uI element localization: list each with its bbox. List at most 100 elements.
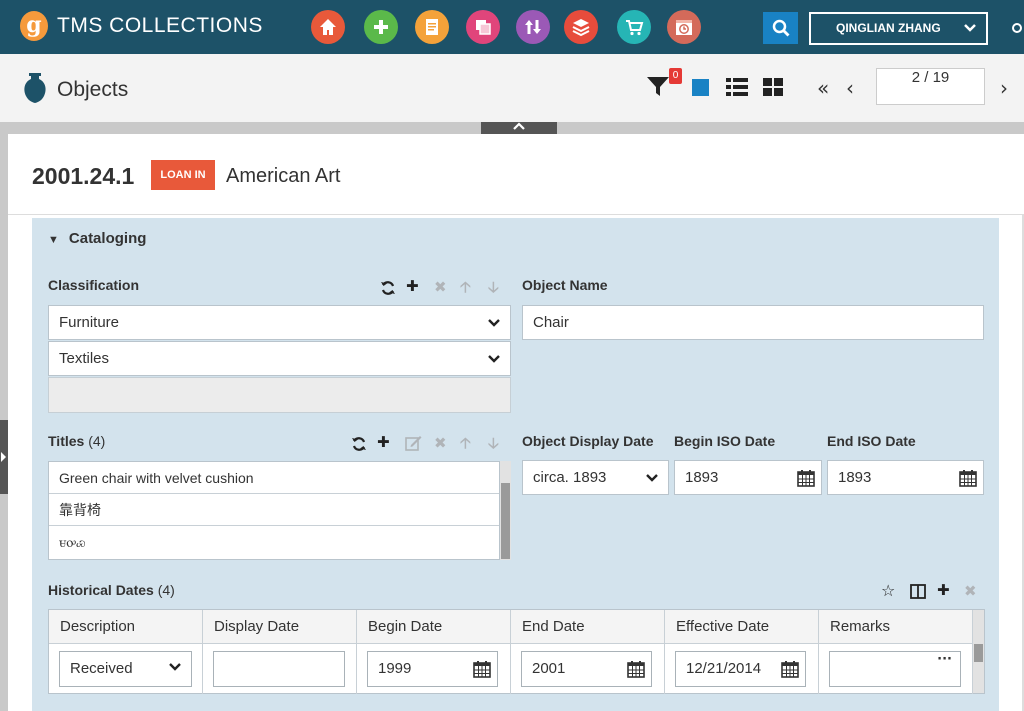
divider — [8, 214, 1024, 215]
single-view-button[interactable] — [692, 79, 709, 96]
collapse-header-button[interactable] — [481, 122, 557, 134]
layers-icon[interactable] — [564, 10, 598, 44]
calendar-icon[interactable] — [627, 660, 645, 678]
column-header-remarks[interactable]: Remarks — [819, 610, 973, 644]
filter-icon[interactable] — [646, 76, 670, 98]
grid-view-icon[interactable] — [763, 78, 784, 96]
scrollbar-thumb[interactable] — [974, 644, 983, 662]
chevron-down-icon — [169, 663, 181, 671]
triangle-down-icon: ▼ — [48, 234, 59, 246]
column-header-display-date[interactable]: Display Date — [203, 610, 357, 644]
document-icon[interactable] — [415, 10, 449, 44]
display-date-input[interactable] — [213, 651, 345, 687]
status-badge: LOAN IN — [151, 160, 215, 190]
record-content: 2001.24.1 LOAN IN American Art ▼ Catalogi… — [8, 134, 1024, 711]
table-cell: ··· — [819, 644, 973, 694]
media-icon[interactable] — [466, 10, 500, 44]
classification-select-1[interactable]: Furniture — [48, 305, 511, 340]
arrow-up-icon: 🡡 — [460, 434, 471, 452]
begin-iso-date-input[interactable]: 1893 — [674, 460, 822, 495]
table-cell — [203, 644, 357, 694]
next-page-button[interactable]: › — [1000, 76, 1008, 100]
end-iso-date-label: End ISO Date — [827, 433, 916, 449]
titles-scrollbar[interactable] — [500, 461, 511, 560]
arrow-up-icon: 🡡 — [460, 278, 471, 296]
chevron-down-icon — [964, 24, 976, 32]
classification-label: Classification — [48, 277, 140, 293]
column-header-description[interactable]: Description — [49, 610, 203, 644]
app-logo[interactable]: g — [20, 11, 48, 41]
transfer-icon[interactable] — [516, 10, 550, 44]
add-icon[interactable]: ✚ — [406, 277, 419, 295]
chevron-up-icon — [513, 122, 525, 130]
arrow-down-icon: 🡣 — [488, 278, 499, 296]
titles-label: Titles (4) — [48, 433, 106, 449]
add-icon[interactable]: ✚ — [377, 433, 390, 451]
object-name-label: Object Name — [522, 277, 608, 293]
previous-page-button[interactable]: ‹ — [846, 76, 854, 100]
refresh-icon[interactable] — [351, 436, 367, 452]
begin-date-input[interactable]: 1999 — [367, 651, 498, 687]
delete-icon: ✖ — [964, 582, 977, 600]
object-number: 2001.24.1 — [32, 163, 135, 189]
effective-date-input[interactable]: 12/21/2014 — [675, 651, 806, 687]
table-scrollbar[interactable] — [973, 610, 984, 693]
department: American Art — [226, 165, 341, 187]
begin-iso-date-label: Begin ISO Date — [674, 433, 776, 449]
app-title: TMS COLLECTIONS — [57, 14, 263, 37]
table-cell: 12/21/2014 — [665, 644, 819, 694]
cataloging-section: ▼ Cataloging Classification ✚ ✖ 🡡 🡣 Furni… — [32, 218, 999, 711]
column-header-end-date[interactable]: End Date — [511, 610, 665, 644]
historical-dates-label: Historical Dates (4) — [48, 582, 175, 598]
more-icon[interactable]: ··· — [937, 652, 952, 667]
calendar-icon[interactable] — [473, 660, 491, 678]
add-icon[interactable] — [364, 10, 398, 44]
classification-select-2[interactable]: Textiles — [48, 341, 511, 376]
user-name: QINGLIAN ZHANG — [836, 21, 941, 35]
user-menu-button[interactable]: QINGLIAN ZHANG — [809, 12, 988, 45]
scrollbar-thumb[interactable] — [501, 483, 510, 559]
calendar-icon[interactable] — [781, 660, 799, 678]
display-date-label: Object Display Date — [522, 433, 654, 449]
edit-icon — [405, 436, 422, 451]
list-item[interactable]: Green chair with velvet cushion — [49, 462, 499, 494]
titles-list: Green chair with velvet cushion 靠背椅 ꮜꭴꮿ — [48, 461, 500, 560]
chevron-down-icon — [646, 473, 658, 482]
columns-icon[interactable] — [910, 584, 926, 599]
display-date-select[interactable]: circa. 1893 — [522, 460, 669, 495]
column-header-effective-date[interactable]: Effective Date — [665, 610, 819, 644]
calendar-icon[interactable] — [959, 469, 977, 487]
power-icon[interactable] — [1012, 23, 1022, 33]
list-item[interactable]: 靠背椅 — [49, 494, 499, 526]
top-navigation-bar: g TMS COLLECTIONS QINGLIAN ZHANG — [0, 0, 1024, 54]
remarks-input[interactable]: ··· — [829, 651, 961, 687]
table-cell: 2001 — [511, 644, 665, 694]
description-select[interactable]: Received — [59, 651, 192, 687]
expand-sidebar-tab[interactable] — [0, 420, 8, 494]
search-button[interactable] — [763, 12, 798, 44]
section-toggle-cataloging[interactable]: ▼ Cataloging — [48, 230, 146, 247]
calendar-clock-icon[interactable] — [667, 10, 701, 44]
home-icon[interactable] — [311, 10, 345, 44]
list-view-icon[interactable] — [726, 78, 748, 96]
refresh-icon[interactable] — [380, 280, 396, 296]
column-header-begin-date[interactable]: Begin Date — [357, 610, 511, 644]
delete-icon: ✖ — [434, 278, 447, 296]
star-icon[interactable]: ☆ — [881, 581, 895, 600]
module-toolbar: Objects 0 « ‹ 2 / 19 › — [0, 54, 1024, 122]
classification-empty-slot[interactable] — [48, 377, 511, 413]
add-icon[interactable]: ✚ — [937, 581, 950, 599]
end-iso-date-input[interactable]: 1893 — [827, 460, 984, 495]
list-item[interactable]: ꮜꭴꮿ — [49, 526, 499, 558]
historical-dates-count: (4) — [157, 582, 175, 598]
first-page-button[interactable]: « — [817, 76, 829, 100]
page-indicator[interactable]: 2 / 19 — [876, 68, 985, 105]
end-date-input[interactable]: 2001 — [521, 651, 652, 687]
table-cell: Received — [49, 644, 203, 694]
object-name-input[interactable]: Chair — [522, 305, 984, 340]
filter-count-badge: 0 — [669, 68, 682, 84]
calendar-icon[interactable] — [797, 469, 815, 487]
table-cell: 1999 — [357, 644, 511, 694]
chevron-down-icon — [488, 354, 500, 363]
cart-icon[interactable] — [617, 10, 651, 44]
